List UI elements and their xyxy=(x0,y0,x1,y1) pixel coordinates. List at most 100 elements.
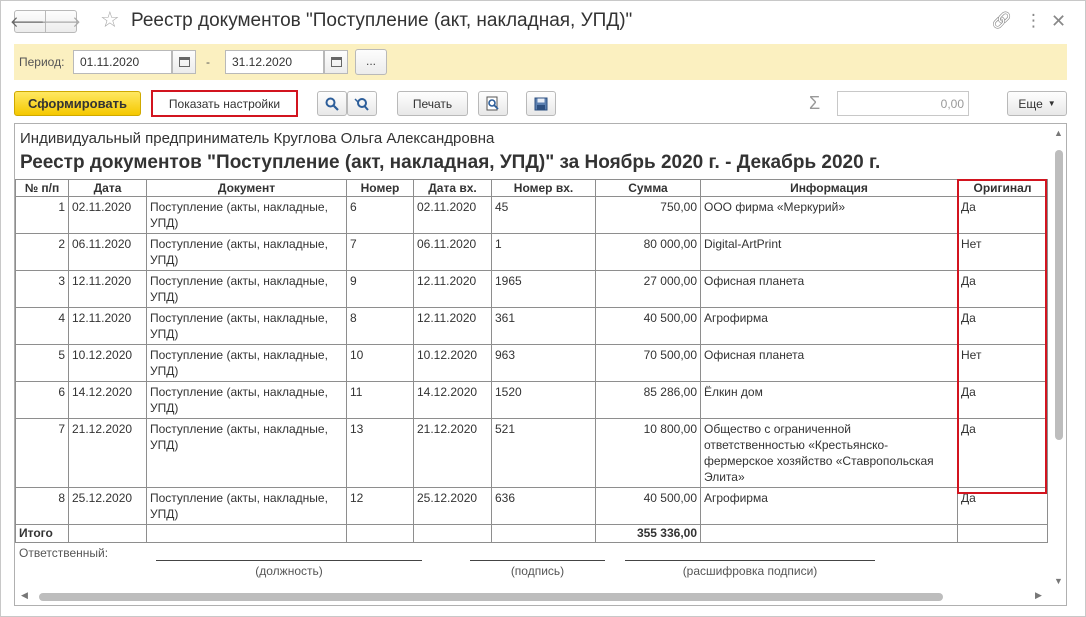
cell-document[interactable]: Поступление (акты, накладные, УПД) xyxy=(146,196,347,234)
col-header: Документ xyxy=(146,179,347,197)
table-row[interactable]: 3 12.11.2020 Поступление (акты, накладны… xyxy=(15,270,1048,308)
preview-button[interactable] xyxy=(478,91,508,116)
cell-info: Digital-ArtPrint xyxy=(700,233,958,271)
cell-info: Офисная планета xyxy=(700,344,958,382)
vertical-scrollbar[interactable]: ▲ ▼ xyxy=(1052,126,1066,590)
show-settings-button[interactable]: Показать настройки xyxy=(151,90,298,117)
cell-document[interactable]: Поступление (акты, накладные, УПД) xyxy=(146,418,347,488)
cell-date-in: 21.12.2020 xyxy=(413,418,492,488)
more-button[interactable]: Еще ▼ xyxy=(1007,91,1067,116)
signature-decoding-caption: (расшифровка подписи) xyxy=(682,564,818,578)
cell-number-in: 963 xyxy=(491,344,596,382)
table-row[interactable]: 1 02.11.2020 Поступление (акты, накладны… xyxy=(15,196,1048,234)
cell-info: Ёлкин дом xyxy=(700,381,958,419)
scroll-down-icon[interactable]: ▼ xyxy=(1054,576,1063,586)
cell-document[interactable]: Поступление (акты, накладные, УПД) xyxy=(146,381,347,419)
more-vertical-icon[interactable]: ⋮ xyxy=(1025,11,1042,31)
scroll-right-icon[interactable]: ▶ xyxy=(1035,590,1042,601)
cell-number: 9 xyxy=(346,270,414,308)
calendar-icon xyxy=(330,57,342,67)
period-label: Период: xyxy=(19,55,65,69)
cell-date: 10.12.2020 xyxy=(68,344,147,382)
clear-search-button[interactable] xyxy=(347,91,377,116)
col-header: Дата вх. xyxy=(413,179,492,197)
cell-number: 10 xyxy=(346,344,414,382)
empty-cell xyxy=(491,524,596,543)
cell-number: 7 xyxy=(346,233,414,271)
chevron-down-icon: ▼ xyxy=(1047,99,1056,108)
table-row[interactable]: 8 25.12.2020 Поступление (акты, накладны… xyxy=(15,487,1048,525)
cell-number-in: 361 xyxy=(491,307,596,345)
selection-sum-field[interactable]: 0,00 xyxy=(837,91,969,116)
cell-original: Да xyxy=(957,196,1048,234)
organization-name: Индивидуальный предприниматель Круглова … xyxy=(20,130,495,147)
report-area[interactable]: Индивидуальный предприниматель Круглова … xyxy=(14,123,1067,606)
generate-button[interactable]: Сформировать xyxy=(14,91,141,116)
cell-n: 8 xyxy=(15,487,69,525)
col-header: Оригинал xyxy=(957,179,1048,197)
forward-button[interactable]: 🡒 xyxy=(41,10,81,33)
cell-info: Офисная планета xyxy=(700,270,958,308)
cell-sum: 10 800,00 xyxy=(595,418,701,488)
table-row[interactable]: 5 10.12.2020 Поступление (акты, накладны… xyxy=(15,344,1048,382)
cell-sum: 40 500,00 xyxy=(595,487,701,525)
signature-line xyxy=(156,560,422,561)
empty-cell xyxy=(700,524,958,543)
more-label: Еще xyxy=(1018,96,1043,111)
table-header-row: № п/п Дата Документ Номер Дата вх. Номер… xyxy=(15,179,1048,197)
cell-original: Нет xyxy=(957,233,1048,271)
cell-sum: 40 500,00 xyxy=(595,307,701,345)
cell-date-in: 12.11.2020 xyxy=(413,270,492,308)
period-dash: - xyxy=(206,55,210,69)
save-button[interactable] xyxy=(526,91,556,116)
period-from-input[interactable]: 01.11.2020 xyxy=(73,50,172,74)
cell-date-in: 25.12.2020 xyxy=(413,487,492,525)
empty-cell xyxy=(68,524,147,543)
cell-document[interactable]: Поступление (акты, накладные, УПД) xyxy=(146,270,347,308)
scroll-left-icon[interactable]: ◀ xyxy=(21,590,28,601)
cell-info: Общество с ограниченной ответственностью… xyxy=(700,418,958,488)
horizontal-scrollbar[interactable]: ◀ ▶ xyxy=(17,590,1051,604)
print-button[interactable]: Печать xyxy=(397,91,468,116)
scroll-up-icon[interactable]: ▲ xyxy=(1054,128,1063,138)
cell-number-in: 1 xyxy=(491,233,596,271)
calendar-icon xyxy=(178,57,190,67)
cell-number-in: 1520 xyxy=(491,381,596,419)
cell-number: 8 xyxy=(346,307,414,345)
cell-document[interactable]: Поступление (акты, накладные, УПД) xyxy=(146,487,347,525)
total-label: Итого xyxy=(15,524,69,543)
cell-original: Да xyxy=(957,487,1048,525)
calendar-to-button[interactable] xyxy=(324,50,348,74)
cell-date: 25.12.2020 xyxy=(68,487,147,525)
col-header: Дата xyxy=(68,179,147,197)
col-header: № п/п xyxy=(15,179,69,197)
cell-number: 11 xyxy=(346,381,414,419)
close-icon[interactable]: ✕ xyxy=(1051,11,1066,32)
table-row[interactable]: 2 06.11.2020 Поступление (акты, накладны… xyxy=(15,233,1048,271)
cell-original: Да xyxy=(957,381,1048,419)
table-row[interactable]: 6 14.12.2020 Поступление (акты, накладны… xyxy=(15,381,1048,419)
vertical-scroll-thumb[interactable] xyxy=(1055,150,1063,440)
star-icon[interactable]: ☆ xyxy=(100,7,120,33)
cell-date-in: 02.11.2020 xyxy=(413,196,492,234)
select-period-button[interactable]: ... xyxy=(355,49,387,75)
cell-date-in: 14.12.2020 xyxy=(413,381,492,419)
calendar-from-button[interactable] xyxy=(172,50,196,74)
col-header: Номер xyxy=(346,179,414,197)
cell-info: Агрофирма xyxy=(700,487,958,525)
signature-line xyxy=(470,560,605,561)
cell-document[interactable]: Поступление (акты, накладные, УПД) xyxy=(146,307,347,345)
cell-original: Да xyxy=(957,307,1048,345)
cell-n: 2 xyxy=(15,233,69,271)
table-row[interactable]: 7 21.12.2020 Поступление (акты, накладны… xyxy=(15,418,1048,488)
search-button[interactable] xyxy=(317,91,347,116)
cell-document[interactable]: Поступление (акты, накладные, УПД) xyxy=(146,233,347,271)
cell-document[interactable]: Поступление (акты, накладные, УПД) xyxy=(146,344,347,382)
cell-number: 12 xyxy=(346,487,414,525)
horizontal-scroll-thumb[interactable] xyxy=(39,593,943,601)
link-icon[interactable]: 🔗︎ xyxy=(991,11,1013,31)
table-row[interactable]: 4 12.11.2020 Поступление (акты, накладны… xyxy=(15,307,1048,345)
period-to-input[interactable]: 31.12.2020 xyxy=(225,50,324,74)
cell-number: 6 xyxy=(346,196,414,234)
position-caption: (должность) xyxy=(255,564,323,578)
